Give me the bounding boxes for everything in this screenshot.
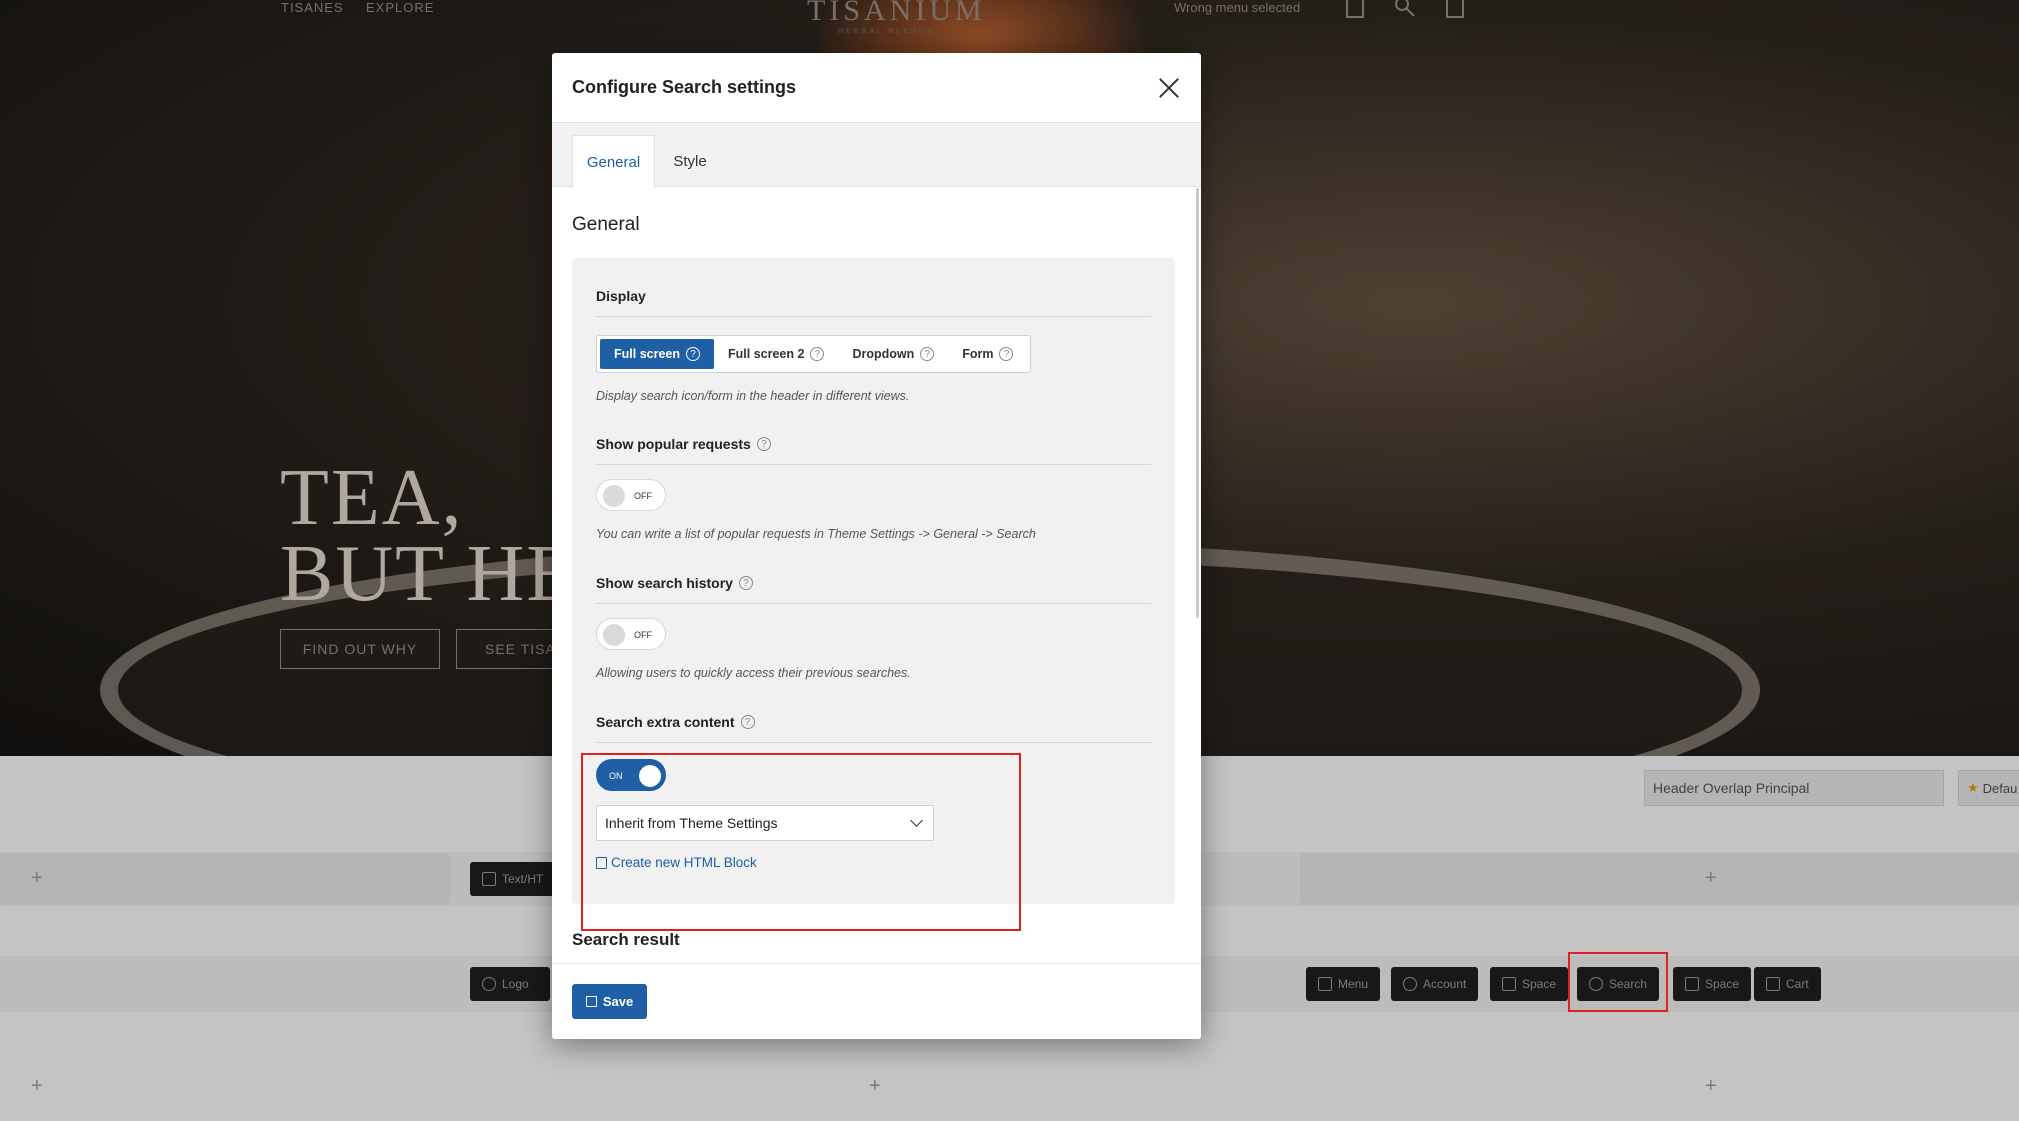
toggle-state-label: OFF [634,491,652,501]
modal-title: Configure Search settings [572,77,797,97]
display-option-full-screen-2[interactable]: Full screen 2? [714,339,838,369]
option-label: Full screen 2 [728,347,805,361]
section-heading-general: General [572,214,640,235]
toggle-knob [603,624,625,646]
display-description: Display search icon/form in the header i… [596,389,910,403]
search-history-toggle[interactable]: OFF [596,618,666,650]
search-extra-content-title: Search extra content? [596,714,1151,730]
help-icon[interactable]: ? [686,347,700,361]
divider [596,316,1151,317]
popular-requests-toggle[interactable]: OFF [596,479,666,511]
setting-label: Search extra content [596,714,735,730]
display-setting: Display Full screen? Full screen 2? Drop… [596,288,1151,403]
divider [596,464,1151,465]
help-icon[interactable]: ? [999,347,1014,361]
save-label: Save [602,994,634,1009]
popular-requests-description: You can write a list of popular requests… [596,527,1036,541]
display-segmented-control: Full screen? Full screen 2? Dropdown? Fo… [596,335,1032,373]
close-icon[interactable] [1156,75,1182,101]
highlight-box-extra-content [581,753,1021,931]
popular-requests-setting: Show popular requests? OFF You can write… [596,436,1151,541]
display-option-form[interactable]: Form? [948,339,1027,369]
display-option-dropdown[interactable]: Dropdown? [838,339,948,369]
save-icon [585,996,597,1007]
modal-body[interactable]: General Display Full screen? Full screen… [552,188,1201,964]
popular-requests-title: Show popular requests? [596,436,1151,452]
search-history-title: Show search history? [596,575,1151,591]
section-heading-search-result: Search result [572,930,680,949]
tab-style[interactable]: Style [655,135,725,188]
help-icon[interactable]: ? [756,437,771,451]
option-label: Form [962,347,994,361]
help-icon[interactable]: ? [740,715,755,729]
highlight-box-search [1568,952,1668,1012]
tab-general[interactable]: General [572,135,655,188]
display-options-wrapper: Full screen? Full screen 2? Dropdown? Fo… [596,335,1151,373]
help-icon[interactable]: ? [920,347,935,361]
help-icon[interactable]: ? [810,347,825,361]
save-button[interactable]: Save [572,984,647,1019]
search-history-description: Allowing users to quickly access their p… [596,666,911,680]
option-label: Dropdown [852,347,915,361]
divider [596,742,1151,743]
modal-tabs: General Style [552,123,1201,188]
display-option-full-screen[interactable]: Full screen? [600,339,714,369]
search-history-setting: Show search history? OFF Allowing users … [596,575,1151,680]
help-icon[interactable]: ? [738,576,753,590]
search-settings-modal: Configure Search settings General Style … [552,53,1201,1039]
modal-scrollbar[interactable] [1196,188,1199,618]
setting-label: Show popular requests [596,436,751,452]
toggle-state-label: OFF [634,630,652,640]
toggle-knob [603,485,625,507]
modal-footer: Save [552,963,1201,1039]
option-label: Full screen [614,347,680,361]
display-title: Display [596,288,646,304]
modal-header: Configure Search settings [552,53,1201,123]
divider [596,603,1151,604]
setting-label: Show search history [596,575,733,591]
